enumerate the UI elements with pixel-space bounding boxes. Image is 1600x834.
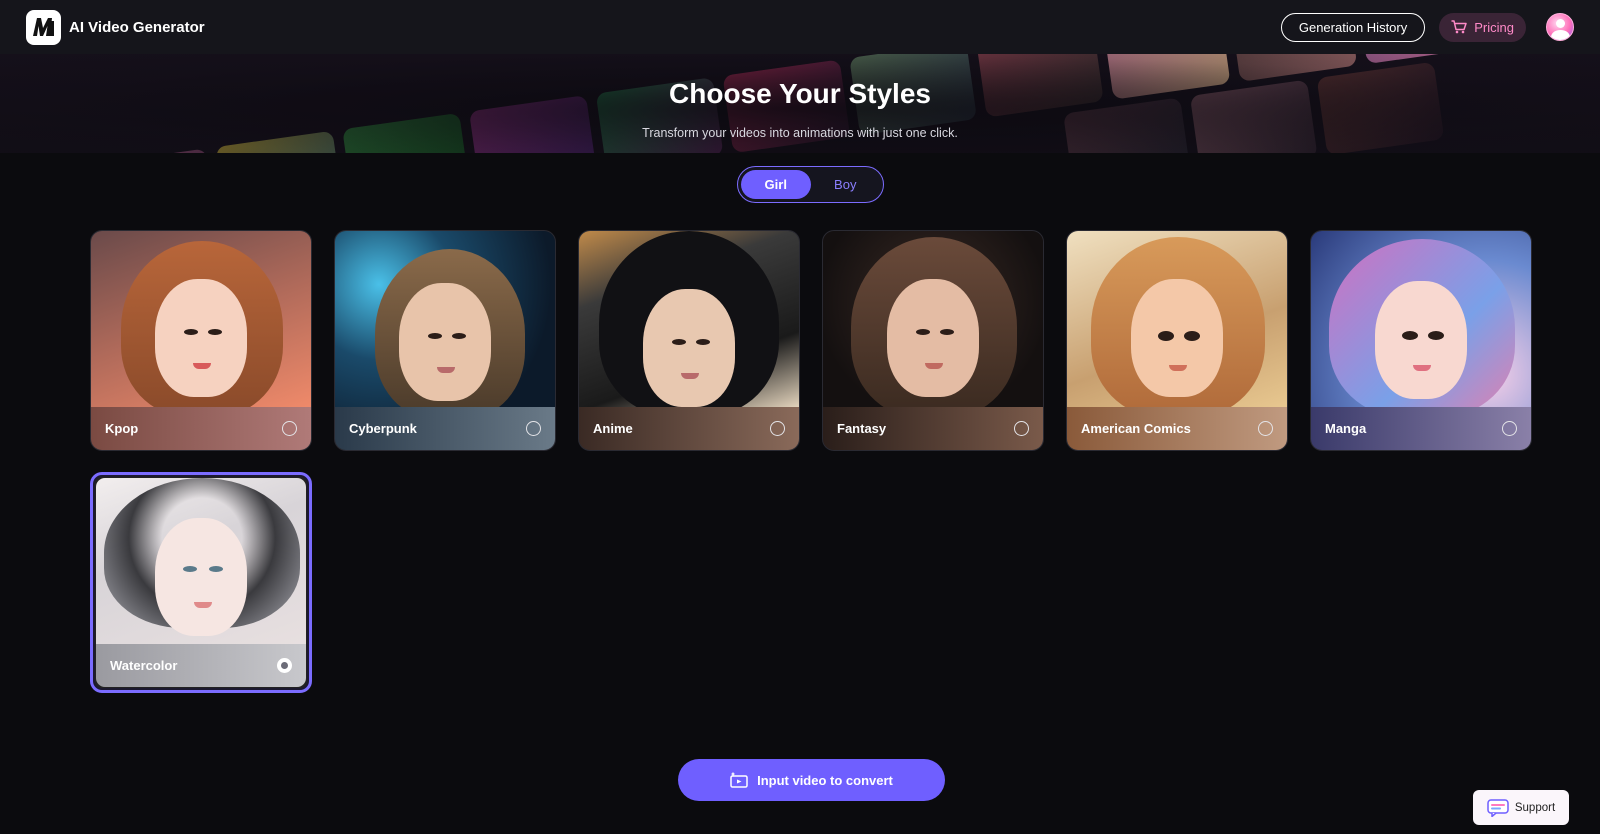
radio-cyberpunk[interactable] bbox=[526, 421, 541, 436]
support-button[interactable]: Support bbox=[1473, 790, 1569, 825]
style-label-american-comics: American Comics bbox=[1081, 421, 1191, 436]
app-title: AI Video Generator bbox=[69, 18, 205, 36]
radio-kpop[interactable] bbox=[282, 421, 297, 436]
cyberpunk-preview-image bbox=[335, 231, 555, 409]
fantasy-preview-image bbox=[823, 231, 1043, 409]
pricing-label: Pricing bbox=[1474, 19, 1514, 35]
page-subtitle: Transform your videos into animations wi… bbox=[642, 126, 958, 140]
style-card-cyberpunk[interactable]: Cyberpunk bbox=[334, 230, 556, 451]
radio-fantasy[interactable] bbox=[1014, 421, 1029, 436]
chat-icon bbox=[1487, 798, 1509, 817]
style-card-anime[interactable]: Anime bbox=[578, 230, 800, 451]
watercolor-preview-image bbox=[96, 478, 306, 650]
watercolor-card-inner: Watercolor bbox=[96, 478, 306, 687]
video-upload-icon bbox=[730, 772, 748, 788]
style-label-watercolor: Watercolor bbox=[110, 658, 178, 673]
mi-logo-icon[interactable] bbox=[26, 9, 61, 45]
generation-history-button[interactable]: Generation History bbox=[1280, 12, 1426, 42]
top-actions: Generation History Pricing bbox=[1280, 12, 1574, 42]
support-label: Support bbox=[1514, 801, 1556, 814]
gender-toggle: Girl Boy bbox=[737, 166, 884, 203]
toggle-girl[interactable]: Girl bbox=[741, 170, 811, 199]
style-card-fantasy[interactable]: Fantasy bbox=[822, 230, 1044, 451]
manga-preview-image bbox=[1311, 231, 1531, 409]
style-label-fantasy: Fantasy bbox=[837, 421, 887, 436]
kpop-preview-image bbox=[91, 231, 311, 409]
top-bar: AI Video Generator Generation History Pr… bbox=[0, 0, 1600, 54]
style-card-watercolor[interactable]: Watercolor bbox=[90, 472, 312, 693]
pricing-button[interactable]: Pricing bbox=[1439, 12, 1526, 42]
user-avatar-icon[interactable] bbox=[1546, 13, 1574, 41]
toggle-boy[interactable]: Boy bbox=[811, 170, 881, 199]
radio-watercolor[interactable] bbox=[277, 658, 292, 673]
style-card-manga[interactable]: Manga bbox=[1310, 230, 1532, 451]
radio-manga[interactable] bbox=[1502, 421, 1517, 436]
input-video-button[interactable]: Input video to convert bbox=[678, 759, 945, 801]
style-label-anime: Anime bbox=[593, 421, 633, 436]
american-comics-preview-image bbox=[1067, 231, 1287, 409]
style-label-cyberpunk: Cyberpunk bbox=[349, 421, 417, 436]
page-title: Choose Your Styles bbox=[669, 78, 931, 109]
cart-icon bbox=[1451, 20, 1467, 34]
input-video-label: Input video to convert bbox=[757, 772, 893, 788]
style-label-kpop: Kpop bbox=[105, 421, 139, 436]
generation-history-label: Generation History bbox=[1298, 19, 1408, 35]
radio-anime[interactable] bbox=[770, 421, 785, 436]
styles-banner: Choose Your Styles Transform your videos… bbox=[0, 54, 1600, 153]
style-card-kpop[interactable]: Kpop bbox=[90, 230, 312, 451]
anime-preview-image bbox=[579, 231, 799, 409]
style-card-american-comics[interactable]: American Comics bbox=[1066, 230, 1288, 451]
style-label-manga: Manga bbox=[1325, 421, 1367, 436]
radio-american-comics[interactable] bbox=[1258, 421, 1273, 436]
